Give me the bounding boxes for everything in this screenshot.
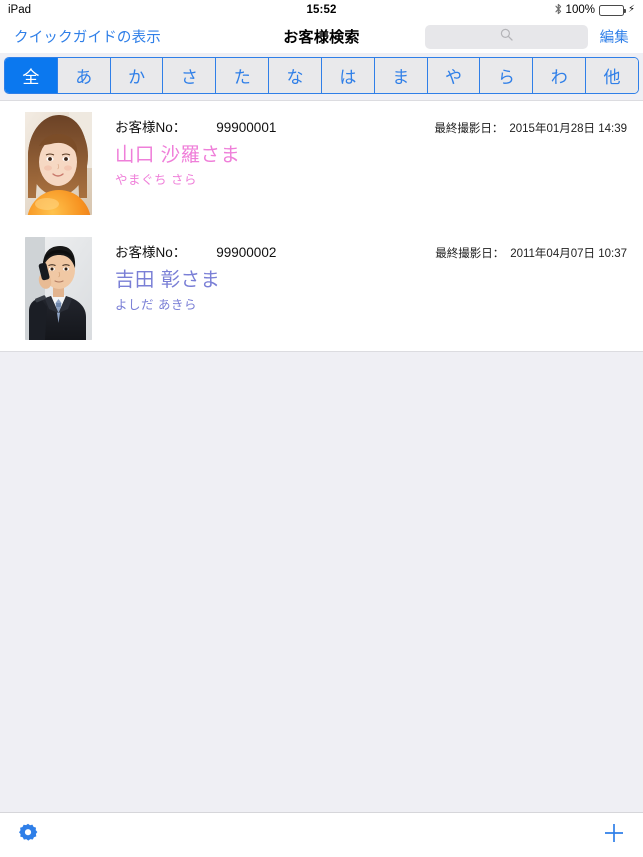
status-bar-clock: 15:52 [306, 4, 337, 16]
customer-list-scroll[interactable]: お客様No： 99900001 最終撮影日： 2015年01月28日 14:39… [0, 100, 643, 812]
table-row[interactable]: お客様No： 99900001 最終撮影日： 2015年01月28日 14:39… [0, 101, 643, 226]
customer-meta-line: お客様No： 99900001 最終撮影日： 2015年01月28日 14:39 [115, 116, 629, 136]
last-shoot-date-value: 2015年01月28日 14:39 [509, 123, 627, 135]
status-bar-right: 100% ⚡ [554, 3, 635, 18]
portrait-woman-orange-image [25, 112, 92, 215]
tab-wa[interactable]: わ [533, 58, 587, 93]
last-shoot-date: 最終撮影日： 2011年04月07日 10:37 [435, 245, 629, 261]
kana-filter-bar: 全 あ か さ た な は ま や ら わ 他 [4, 57, 639, 94]
gear-icon [18, 823, 38, 848]
status-bar: iPad 15:52 100% ⚡ [0, 0, 643, 20]
charging-bolt-icon: ⚡ [627, 4, 635, 15]
tab-ma[interactable]: ま [374, 58, 428, 93]
portrait-man-suit-phone-image [25, 237, 92, 340]
edit-button[interactable]: 編集 [600, 26, 629, 47]
search-icon [500, 28, 513, 46]
tab-na[interactable]: な [269, 58, 322, 93]
tab-ka[interactable]: か [110, 58, 164, 93]
kana-filter-bar-container: 全 あ か さ た な は ま や ら わ 他 [0, 53, 643, 100]
customer-no-label: お客様No： [115, 245, 187, 260]
navigation-bar-right: 編集 [424, 24, 629, 49]
search-field[interactable] [424, 24, 588, 49]
customer-photo [25, 112, 92, 215]
customer-name-kana: やまぐち さら [115, 173, 197, 188]
tab-other[interactable]: 他 [586, 58, 638, 93]
battery-percent-label: 100% [565, 4, 595, 16]
customer-no-value: 99900002 [216, 245, 277, 260]
table-row[interactable]: お客様No： 99900002 最終撮影日： 2011年04月07日 10:37… [0, 226, 643, 351]
customer-list: お客様No： 99900001 最終撮影日： 2015年01月28日 14:39… [0, 100, 643, 352]
bottom-toolbar [0, 812, 643, 857]
bluetooth-icon [554, 3, 562, 18]
last-shoot-date-label: 最終撮影日： [435, 248, 505, 260]
ipad-screen: iPad 15:52 100% ⚡ クイックガイドの表示 お客様検索 編集 全 … [0, 0, 643, 857]
tab-sa[interactable]: さ [163, 58, 217, 93]
add-customer-button[interactable] [603, 822, 625, 849]
customer-meta-line: お客様No： 99900002 最終撮影日： 2011年04月07日 10:37 [115, 241, 629, 261]
tab-ha[interactable]: は [321, 58, 375, 93]
customer-info: お客様No： 99900001 最終撮影日： 2015年01月28日 14:39… [92, 112, 629, 188]
tab-a[interactable]: あ [57, 58, 111, 93]
customer-info: お客様No： 99900002 最終撮影日： 2011年04月07日 10:37… [92, 237, 629, 313]
battery-icon [598, 4, 627, 16]
quick-guide-button[interactable]: クイックガイドの表示 [14, 26, 161, 47]
tab-ra[interactable]: ら [480, 58, 534, 93]
tab-ta[interactable]: た [216, 58, 270, 93]
last-shoot-date: 最終撮影日： 2015年01月28日 14:39 [434, 120, 629, 136]
customer-name: 山口 沙羅さま [115, 144, 241, 166]
customer-no-label: お客様No： [115, 120, 187, 135]
customer-no-value: 99900001 [216, 120, 277, 135]
tab-ya[interactable]: や [427, 58, 481, 93]
last-shoot-date-value: 2011年04月07日 10:37 [510, 248, 627, 260]
navigation-bar: クイックガイドの表示 お客様検索 編集 [0, 20, 643, 53]
plus-icon [603, 822, 625, 849]
last-shoot-date-label: 最終撮影日： [434, 123, 504, 135]
customer-name: 吉田 彰さま [115, 269, 221, 291]
customer-photo [25, 237, 92, 340]
customer-name-kana: よしだ あきら [115, 298, 197, 313]
settings-button[interactable] [18, 823, 38, 848]
tab-all[interactable]: 全 [5, 58, 58, 93]
